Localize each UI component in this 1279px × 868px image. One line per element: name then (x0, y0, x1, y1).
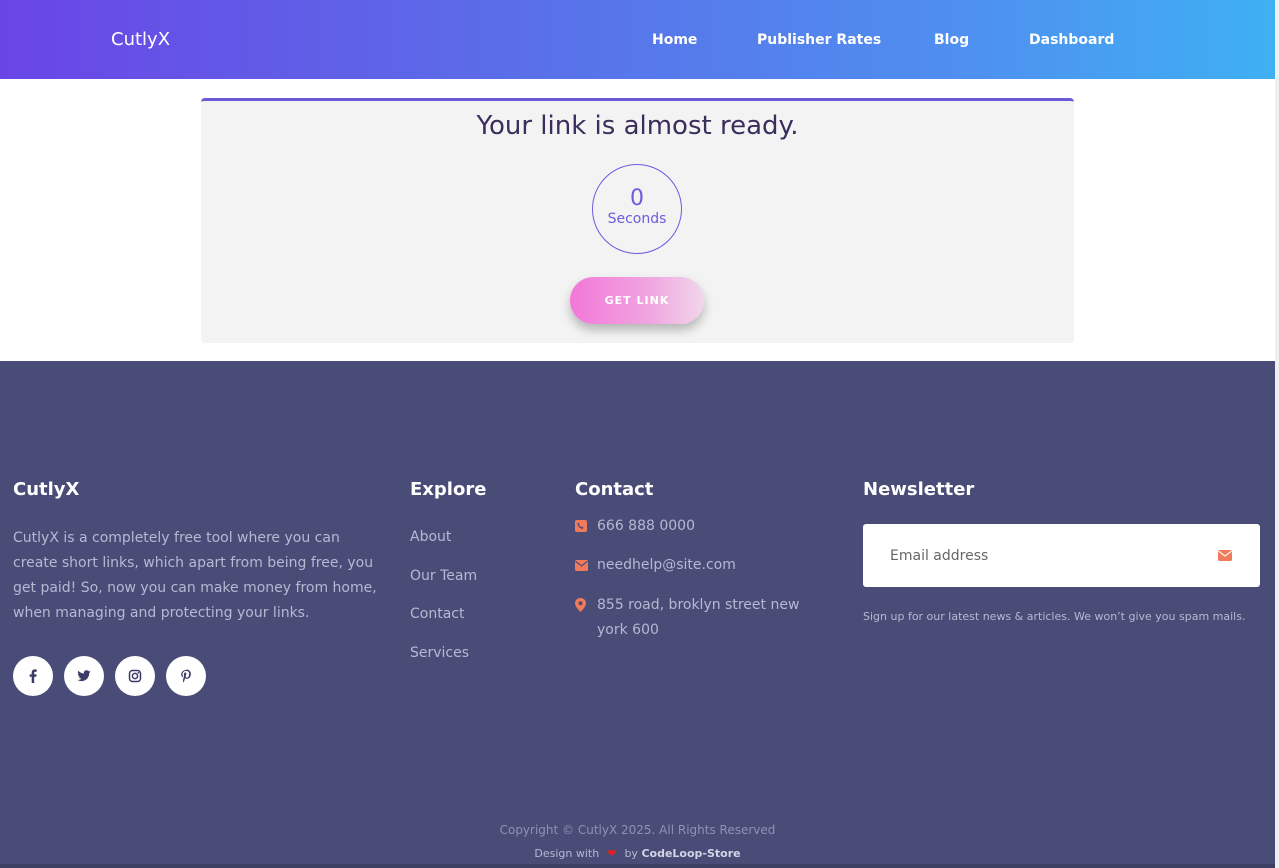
site-footer: CutlyX CutlyX is a completely free tool … (0, 361, 1275, 868)
footer-newsletter-title: Newsletter (863, 479, 975, 500)
envelope-send-icon[interactable] (1218, 546, 1234, 564)
get-link-button[interactable]: GET LINK (570, 277, 704, 324)
nav-dashboard[interactable]: Dashboard (1029, 31, 1114, 49)
facebook-icon[interactable] (13, 656, 53, 696)
phone-icon (575, 514, 588, 541)
contact-address: 855 road, broklyn street new york 600 (597, 597, 800, 638)
newsletter-note: Sign up for our latest news & articles. … (863, 610, 1246, 623)
nav-publisher-rates[interactable]: Publisher Rates (757, 31, 881, 49)
brand-logo[interactable]: CutlyX (111, 29, 170, 51)
countdown-value: 0 (630, 186, 644, 211)
map-pin-icon (575, 593, 588, 621)
footer-contact-title: Contact (575, 479, 654, 500)
newsletter-form (863, 524, 1260, 587)
footer-link-services[interactable]: Services (410, 644, 469, 662)
contact-email[interactable]: needhelp@site.com (597, 553, 827, 578)
footer-link-about[interactable]: About (410, 528, 451, 546)
pinterest-icon[interactable] (166, 656, 206, 696)
footer-link-contact[interactable]: Contact (410, 605, 464, 623)
footer-link-our-team[interactable]: Our Team (410, 567, 477, 585)
newsletter-email-input[interactable] (863, 524, 1203, 587)
bottom-edge (0, 864, 1275, 868)
design-by-label: by (624, 847, 638, 860)
design-with-label: Design with (534, 847, 600, 860)
heart-icon: ❤ (607, 847, 617, 860)
envelope-icon (575, 553, 588, 580)
nav-home[interactable]: Home (652, 31, 697, 49)
instagram-icon[interactable] (115, 656, 155, 696)
page-scrollbar[interactable] (1275, 0, 1279, 868)
site-header: CutlyX Home Publisher Rates Blog Dashboa… (0, 0, 1275, 79)
footer-explore-title: Explore (410, 479, 487, 500)
page-title: Your link is almost ready. (476, 111, 799, 141)
footer-about-text: CutlyX is a completely free tool where y… (13, 530, 377, 621)
contact-phone[interactable]: 666 888 0000 (597, 514, 827, 539)
designer-link[interactable]: CodeLoop-Store (641, 847, 740, 860)
copyright-text: Copyright © CutlyX 2025. All Rights Rese… (499, 823, 776, 837)
twitter-icon[interactable] (64, 656, 104, 696)
countdown-timer: 0 Seconds (592, 164, 682, 254)
footer-brand-title: CutlyX (13, 479, 80, 500)
countdown-unit: Seconds (607, 211, 667, 227)
nav-blog[interactable]: Blog (934, 31, 969, 49)
main-content: Your link is almost ready. 0 Seconds GET… (0, 79, 1275, 361)
link-card: Your link is almost ready. 0 Seconds GET… (201, 98, 1074, 343)
design-credit: Design with ❤ by CodeLoop-Store (0, 847, 1275, 861)
